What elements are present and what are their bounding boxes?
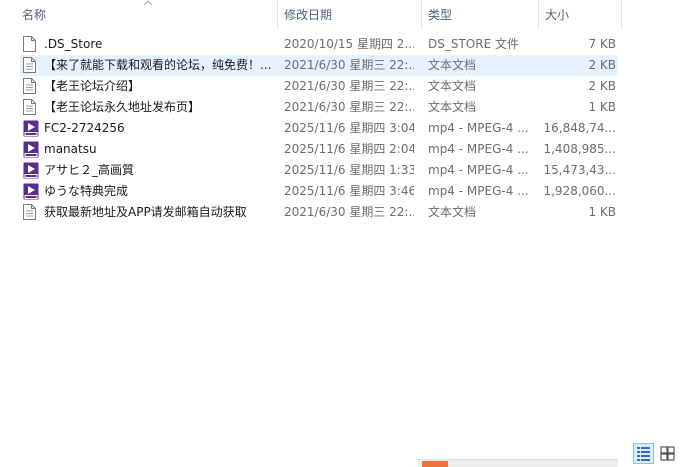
column-header-type-label: 类型	[428, 8, 453, 22]
column-header-name-label: 名称	[22, 8, 47, 22]
file-date: 2025/11/6 星期四 3:46	[284, 184, 414, 198]
file-date: 2021/6/30 星期三 22:...	[284, 205, 414, 219]
file-type: mp4 - MPEG-4 ...	[428, 142, 528, 156]
file-row[interactable]: 获取最新地址及APP请发邮箱自动获取 2021/6/30 星期三 22:... …	[20, 202, 618, 223]
file-name: アサヒ２_高画質	[44, 163, 135, 177]
file-type: 文本文档	[428, 79, 477, 93]
file-date: 2021/6/30 星期三 22:...	[284, 79, 414, 93]
file-date: 2025/11/6 星期四 2:04	[284, 142, 414, 156]
file-type: mp4 - MPEG-4 ...	[428, 121, 528, 135]
file-type: 文本文档	[428, 58, 477, 72]
file-date: 2021/6/30 星期三 22:...	[284, 100, 414, 114]
column-header-bar: 名称 修改日期 类型 大小	[0, 0, 622, 30]
details-view-button[interactable]	[633, 443, 654, 464]
file-name: 【来了就能下载和观看的论坛，纯免费！...	[44, 58, 272, 72]
file-name: 【老王论坛永久地址发布页】	[44, 100, 201, 114]
file-row[interactable]: manatsu 2025/11/6 星期四 2:04 mp4 - MPEG-4 …	[20, 139, 618, 160]
file-row[interactable]: 【老王论坛介绍】 2021/6/30 星期三 22:... 文本文档 2 KB	[20, 76, 618, 97]
file-type: DS_STORE 文件	[428, 37, 519, 51]
column-header-date-label: 修改日期	[284, 8, 333, 22]
mp4-video-icon	[23, 183, 39, 200]
file-row[interactable]: 【老王论坛永久地址发布页】 2021/6/30 星期三 22:... 文本文档 …	[20, 97, 618, 118]
sort-ascending-icon	[143, 0, 153, 6]
file-name: 【老王论坛介绍】	[44, 79, 141, 93]
file-size: 2 KB	[588, 79, 616, 93]
file-name: .DS_Store	[44, 37, 103, 51]
mp4-video-icon	[23, 120, 39, 137]
file-name: manatsu	[44, 142, 97, 156]
file-size: 1,928,060...	[543, 184, 616, 198]
large-icons-view-icon	[660, 446, 675, 461]
file-date: 2025/11/6 星期四 3:04	[284, 121, 414, 135]
file-type: mp4 - MPEG-4 ...	[428, 184, 528, 198]
file-name: FC2-2724256	[44, 121, 125, 135]
column-header-size-label: 大小	[545, 8, 570, 22]
text-document-icon	[23, 204, 36, 220]
file-size: 1 KB	[588, 205, 616, 219]
file-row[interactable]: 【来了就能下载和观看的论坛，纯免费！... 2021/6/30 星期三 22:.…	[20, 55, 618, 76]
large-icons-view-button[interactable]	[657, 443, 678, 464]
file-size: 15,473,43...	[543, 163, 616, 177]
file-name: 获取最新地址及APP请发邮箱自动获取	[44, 205, 247, 219]
text-document-icon	[23, 99, 36, 115]
column-header-date[interactable]: 修改日期	[278, 0, 422, 30]
file-date: 2020/10/15 星期四 2...	[284, 37, 414, 51]
file-name: ゆうな特典完成	[44, 184, 129, 198]
column-header-name[interactable]: 名称	[0, 0, 278, 30]
file-type: 文本文档	[428, 205, 477, 219]
file-row[interactable]: ゆうな特典完成 2025/11/6 星期四 3:46 mp4 - MPEG-4 …	[20, 181, 618, 202]
file-row[interactable]: .DS_Store 2020/10/15 星期四 2... DS_STORE 文…	[20, 34, 618, 55]
file-size: 16,848,74...	[543, 121, 616, 135]
file-date: 2025/11/6 星期四 1:33	[284, 163, 414, 177]
file-size: 1,408,985...	[543, 142, 616, 156]
mp4-video-icon	[23, 162, 39, 179]
app-icon[interactable]	[422, 461, 448, 467]
text-document-icon	[23, 57, 36, 73]
file-date: 2021/6/30 星期三 22:...	[284, 58, 414, 72]
file-size: 2 KB	[588, 58, 616, 72]
file-row[interactable]: FC2-2724256 2025/11/6 星期四 3:04 mp4 - MPE…	[20, 118, 618, 139]
taskbar-strip	[418, 459, 618, 467]
column-header-type[interactable]: 类型	[422, 0, 539, 30]
file-type: mp4 - MPEG-4 ...	[428, 163, 528, 177]
details-view-icon	[637, 447, 650, 461]
file-size: 1 KB	[588, 100, 616, 114]
column-header-size[interactable]: 大小	[539, 0, 622, 30]
generic-file-icon	[23, 36, 36, 52]
mp4-video-icon	[23, 141, 39, 158]
file-type: 文本文档	[428, 100, 477, 114]
file-row[interactable]: アサヒ２_高画質 2025/11/6 星期四 1:33 mp4 - MPEG-4…	[20, 160, 618, 181]
text-document-icon	[23, 78, 36, 94]
view-switcher	[633, 443, 679, 465]
file-size: 7 KB	[588, 37, 616, 51]
